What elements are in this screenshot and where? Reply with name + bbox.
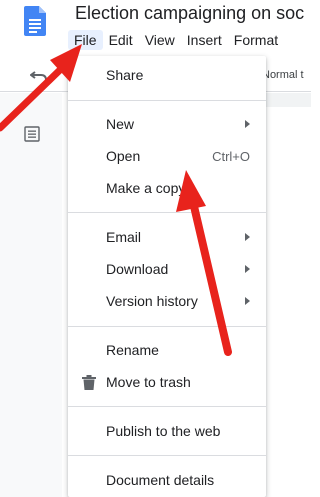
menu-insert[interactable]: Insert	[181, 30, 228, 50]
menu-divider	[68, 406, 266, 407]
menu-item-label: Move to trash	[106, 374, 191, 390]
menu-item-label: New	[106, 116, 135, 132]
menu-item-move-to-trash[interactable]: Move to trash	[68, 368, 266, 396]
docs-logo-icon[interactable]	[24, 6, 46, 36]
menu-item-label: Open	[106, 148, 141, 164]
menu-divider	[68, 100, 266, 101]
menu-edit[interactable]: Edit	[103, 30, 139, 50]
menu-item-email[interactable]: Email	[68, 223, 266, 251]
submenu-arrow-icon	[245, 297, 250, 305]
menu-bar: File Edit View Insert Format	[68, 28, 284, 52]
ruler	[262, 93, 311, 107]
submenu-arrow-icon	[245, 265, 250, 273]
menu-item-version-history[interactable]: Version history	[68, 287, 266, 315]
document-title[interactable]: Election campaigning on soc	[75, 3, 304, 24]
menu-item-rename[interactable]: Rename	[68, 336, 266, 364]
menu-item-share[interactable]: Share	[68, 61, 266, 89]
undo-icon[interactable]	[30, 68, 48, 82]
menu-item-label: Share	[106, 67, 144, 83]
menu-divider	[68, 326, 266, 327]
submenu-arrow-icon	[245, 233, 250, 241]
paragraph-style-select[interactable]: Normal t	[262, 69, 304, 81]
menu-divider	[68, 455, 266, 456]
menu-item-label: Rename	[106, 342, 159, 358]
menu-item-open[interactable]: Open Ctrl+O	[68, 142, 266, 170]
menu-file[interactable]: File	[68, 30, 103, 50]
submenu-arrow-icon	[245, 120, 250, 128]
menu-item-label: Email	[106, 229, 142, 245]
menu-item-label: Document details	[106, 472, 215, 488]
menu-divider	[68, 212, 266, 213]
left-panel	[0, 93, 62, 497]
menu-item-publish-to-web[interactable]: Publish to the web	[68, 417, 266, 445]
menu-item-label: Version history	[106, 293, 198, 309]
docs-window: Election campaigning on soc File Edit Vi…	[0, 0, 311, 497]
menu-format[interactable]: Format	[228, 30, 284, 50]
menu-item-label: Make a copy	[106, 180, 186, 196]
menu-item-document-details[interactable]: Document details	[68, 466, 266, 494]
trash-icon	[82, 375, 96, 390]
menu-item-label: Publish to the web	[106, 423, 221, 439]
shortcut-label: Ctrl+O	[212, 148, 250, 164]
file-menu: Share New Open Ctrl+O Make a copy Email …	[68, 56, 266, 497]
document-outline-icon[interactable]	[24, 126, 40, 142]
menu-item-new[interactable]: New	[68, 110, 266, 138]
menu-view[interactable]: View	[139, 30, 181, 50]
menu-item-download[interactable]: Download	[68, 255, 266, 283]
menu-item-label: Download	[106, 261, 169, 277]
menu-item-make-a-copy[interactable]: Make a copy	[68, 174, 266, 202]
